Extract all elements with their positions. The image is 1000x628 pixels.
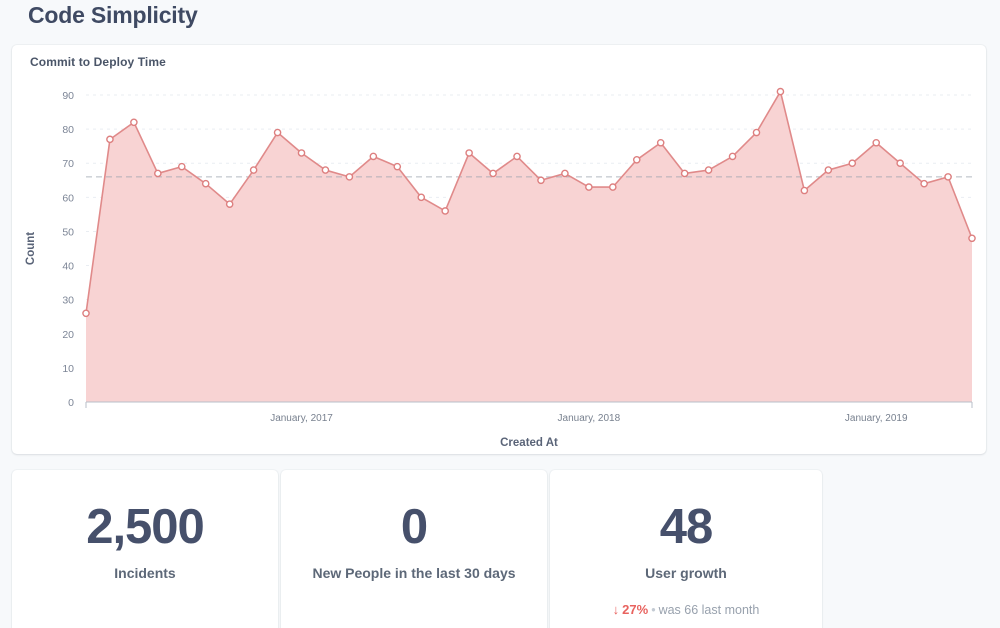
chart-data-point[interactable] — [585, 183, 593, 191]
stat-card-user-growth[interactable]: 48 User growth ↓ 27% • was 66 last month — [550, 470, 822, 628]
chart-card: Commit to Deploy Time 0 10 20 30 40 50 60 70 80 9… — [12, 45, 986, 454]
y-axis-tick-label: 20 — [62, 329, 74, 341]
trend-context: was 66 last month — [658, 603, 760, 618]
chart-data-point[interactable] — [225, 200, 234, 208]
chart-data-point[interactable] — [82, 309, 90, 318]
trend-separator: • — [651, 603, 656, 618]
chart-data-point[interactable] — [393, 162, 402, 171]
chart-data-point[interactable] — [130, 118, 138, 127]
chart-data-point[interactable] — [824, 166, 833, 174]
y-axis-tick-label: 90 — [62, 90, 74, 102]
chart-data-point[interactable] — [896, 159, 904, 168]
stat-value: 48 — [659, 500, 714, 554]
chart-data-point[interactable] — [321, 166, 330, 174]
stat-label: New People in the last 30 days — [312, 565, 516, 582]
stats-row: 2,500 Incidents 0 New People in the last… — [12, 470, 825, 628]
y-axis-tick-label: 80 — [62, 124, 74, 136]
chart-data-point[interactable] — [537, 176, 545, 185]
stat-label: Incidents — [114, 565, 176, 582]
chart-card-title: Commit to Deploy Time — [30, 55, 166, 69]
chart-data-point[interactable] — [345, 173, 354, 181]
stat-label: User growth — [645, 565, 727, 582]
page-title: Code Simplicity — [28, 2, 198, 28]
chart-data-point[interactable] — [920, 179, 928, 188]
y-axis-tick-label: 70 — [62, 158, 74, 170]
trend-percent: 27% — [622, 602, 649, 618]
chart-data-point[interactable] — [776, 87, 785, 96]
stat-value: 2,500 — [86, 500, 205, 554]
chart-data-point[interactable] — [465, 149, 473, 157]
commit-to-deploy-time-chart[interactable]: 0 10 20 30 40 50 60 70 80 90 January, 2017 January,… — [12, 73, 986, 454]
y-axis-tick-label: 0 — [68, 397, 74, 409]
chart-data-point[interactable] — [417, 193, 426, 202]
chart-data-point[interactable] — [800, 186, 809, 195]
chart-data-point[interactable] — [273, 128, 282, 137]
chart-plot-area[interactable]: 0 10 20 30 40 50 60 70 80 90 January, 2017 January,… — [12, 73, 986, 454]
chart-data-point[interactable] — [201, 179, 210, 188]
chart-data-point[interactable] — [968, 234, 976, 243]
chart-data-point[interactable] — [656, 138, 665, 147]
chart-data-point[interactable] — [704, 166, 713, 174]
stat-card-incidents[interactable]: 2,500 Incidents — [12, 470, 278, 628]
chart-data-point[interactable] — [561, 169, 569, 178]
chart-data-point[interactable] — [177, 162, 186, 171]
chart-data-point[interactable] — [609, 183, 617, 191]
x-axis-tick-label: January, 2017 — [270, 413, 333, 424]
y-axis-label: Count — [25, 232, 37, 265]
stat-value: 0 — [400, 500, 428, 554]
chart-data-point[interactable] — [106, 135, 114, 144]
chart-data-point[interactable] — [297, 149, 306, 157]
chart-data-point[interactable] — [752, 128, 761, 137]
chart-data-point[interactable] — [154, 169, 162, 178]
arrow-down-icon: ↓ — [612, 602, 620, 618]
chart-data-point[interactable] — [680, 169, 689, 178]
chart-data-point[interactable] — [944, 173, 952, 181]
y-axis-tick-label: 40 — [62, 261, 74, 273]
x-axis-tick-label: January, 2018 — [558, 413, 621, 424]
stat-card-new-people[interactable]: 0 New People in the last 30 days — [281, 470, 547, 628]
y-axis-tick-label: 10 — [62, 363, 74, 375]
y-axis-tick-label: 50 — [62, 226, 74, 238]
chart-data-point[interactable] — [728, 152, 737, 161]
chart-data-point[interactable] — [848, 159, 857, 168]
dashboard-root: Code Simplicity Commit to Deploy Time 0 1… — [0, 0, 1000, 628]
chart-data-point[interactable] — [513, 152, 521, 161]
y-axis-tick-label: 30 — [62, 295, 74, 307]
chart-data-point[interactable] — [369, 152, 378, 161]
chart-data-point[interactable] — [249, 166, 258, 174]
chart-data-point[interactable] — [441, 207, 449, 215]
stat-trend: ↓ 27% • was 66 last month — [550, 602, 822, 617]
chart-data-point[interactable] — [632, 156, 641, 164]
chart-data-point[interactable] — [489, 169, 497, 178]
chart-data-point[interactable] — [872, 138, 881, 147]
x-axis-label: Created At — [500, 437, 558, 449]
y-axis-tick-label: 60 — [62, 192, 74, 204]
x-axis-tick-label: January, 2019 — [845, 413, 908, 424]
chart-area-fill — [86, 91, 972, 402]
